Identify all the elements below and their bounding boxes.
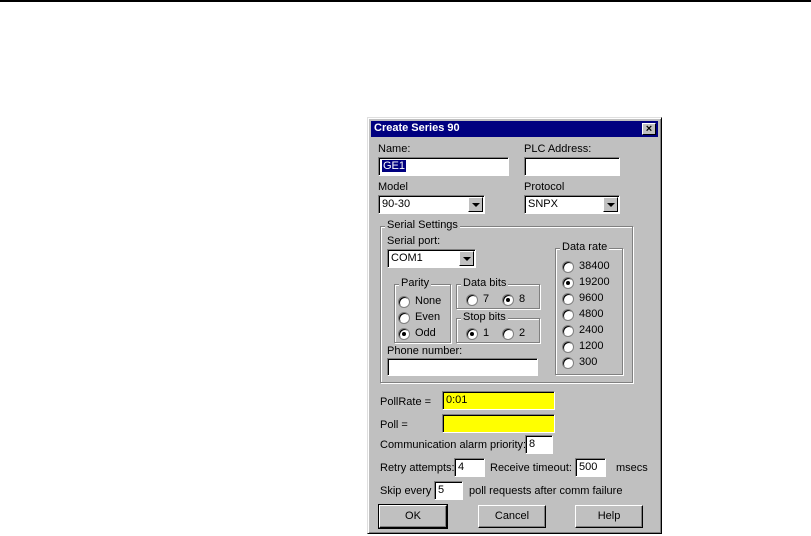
poll-input[interactable]	[442, 414, 555, 433]
skip-every-label: Skip every	[380, 485, 432, 497]
radio-unchecked-icon	[398, 296, 410, 308]
dialog-title: Create Series 90	[374, 122, 460, 134]
protocol-label: Protocol	[524, 181, 565, 193]
serial-port-value: COM1	[391, 252, 423, 264]
data-bits-group: Data bits 7 8	[456, 277, 540, 309]
serial-settings-group: Serial Settings Serial port: COM1 Parity…	[380, 219, 633, 383]
cancel-button[interactable]: Cancel	[478, 505, 546, 528]
data-rate-group: Data rate 38400 19200 9600 4800 2400 120…	[555, 241, 623, 375]
create-series-90-dialog: Create Series 90 × Name: GE1 PLC Address…	[367, 117, 662, 534]
stop-bits-group: Stop bits 1 2	[456, 311, 540, 343]
parity-group: Parity None Even Odd	[394, 277, 451, 343]
radio-unchecked-icon	[562, 357, 574, 369]
name-input-value: GE1	[382, 160, 407, 172]
poll-rate-label: PollRate =	[380, 396, 432, 408]
parity-label: Parity	[399, 277, 432, 289]
radio-unchecked-icon	[502, 328, 514, 340]
help-button[interactable]: Help	[575, 505, 643, 528]
top-border-line	[0, 0, 811, 2]
radio-checked-icon	[502, 294, 514, 306]
retry-attempts-label: Retry attempts:	[380, 462, 455, 474]
serial-port-dropdown[interactable]: COM1	[387, 249, 476, 268]
protocol-dropdown-value: SNPX	[528, 198, 558, 210]
stop-bits-label: Stop bits	[461, 311, 508, 323]
phone-number-label: Phone number:	[387, 345, 463, 357]
data-bits-label: Data bits	[461, 277, 509, 289]
name-input[interactable]: GE1	[378, 157, 509, 176]
radio-unchecked-icon	[466, 294, 478, 306]
poll-rate-input[interactable]: 0:01	[442, 391, 555, 410]
model-dropdown[interactable]: 90-30	[378, 195, 485, 214]
radio-unchecked-icon	[562, 293, 574, 305]
chevron-down-icon[interactable]	[468, 197, 483, 212]
alarm-priority-input[interactable]: 8	[525, 435, 553, 454]
poll-label: Poll =	[380, 419, 408, 431]
model-label: Model	[378, 181, 408, 193]
protocol-dropdown[interactable]: SNPX	[524, 195, 620, 214]
retry-attempts-input[interactable]: 4	[454, 458, 485, 477]
data-rate-label: Data rate	[560, 241, 610, 253]
radio-unchecked-icon	[562, 341, 574, 353]
msecs-label: msecs	[616, 462, 648, 474]
skip-suffix-label: poll requests after comm failure	[469, 485, 623, 497]
alarm-priority-label: Communication alarm priority:	[380, 439, 527, 451]
plc-address-label: PLC Address:	[524, 143, 592, 155]
dialog-titlebar: Create Series 90 ×	[371, 121, 658, 137]
chevron-down-icon[interactable]	[459, 251, 474, 266]
model-dropdown-value: 90-30	[382, 198, 411, 210]
radio-checked-icon	[466, 328, 478, 340]
ok-button[interactable]: OK	[378, 504, 448, 529]
close-icon[interactable]: ×	[642, 123, 656, 135]
phone-number-input[interactable]	[387, 358, 538, 376]
serial-settings-label: Serial Settings	[385, 219, 460, 231]
radio-unchecked-icon	[398, 312, 410, 324]
radio-unchecked-icon	[562, 261, 574, 273]
radio-checked-icon	[562, 277, 574, 289]
skip-every-input[interactable]: 5	[434, 481, 463, 500]
chevron-down-icon[interactable]	[603, 197, 618, 212]
receive-timeout-input[interactable]: 500	[575, 458, 606, 477]
radio-unchecked-icon	[562, 325, 574, 337]
radio-checked-icon	[398, 328, 410, 340]
receive-timeout-label: Receive timeout:	[490, 462, 572, 474]
serial-port-label: Serial port:	[387, 235, 441, 247]
plc-address-input[interactable]	[524, 157, 620, 176]
radio-unchecked-icon	[562, 309, 574, 321]
name-label: Name:	[378, 143, 411, 155]
